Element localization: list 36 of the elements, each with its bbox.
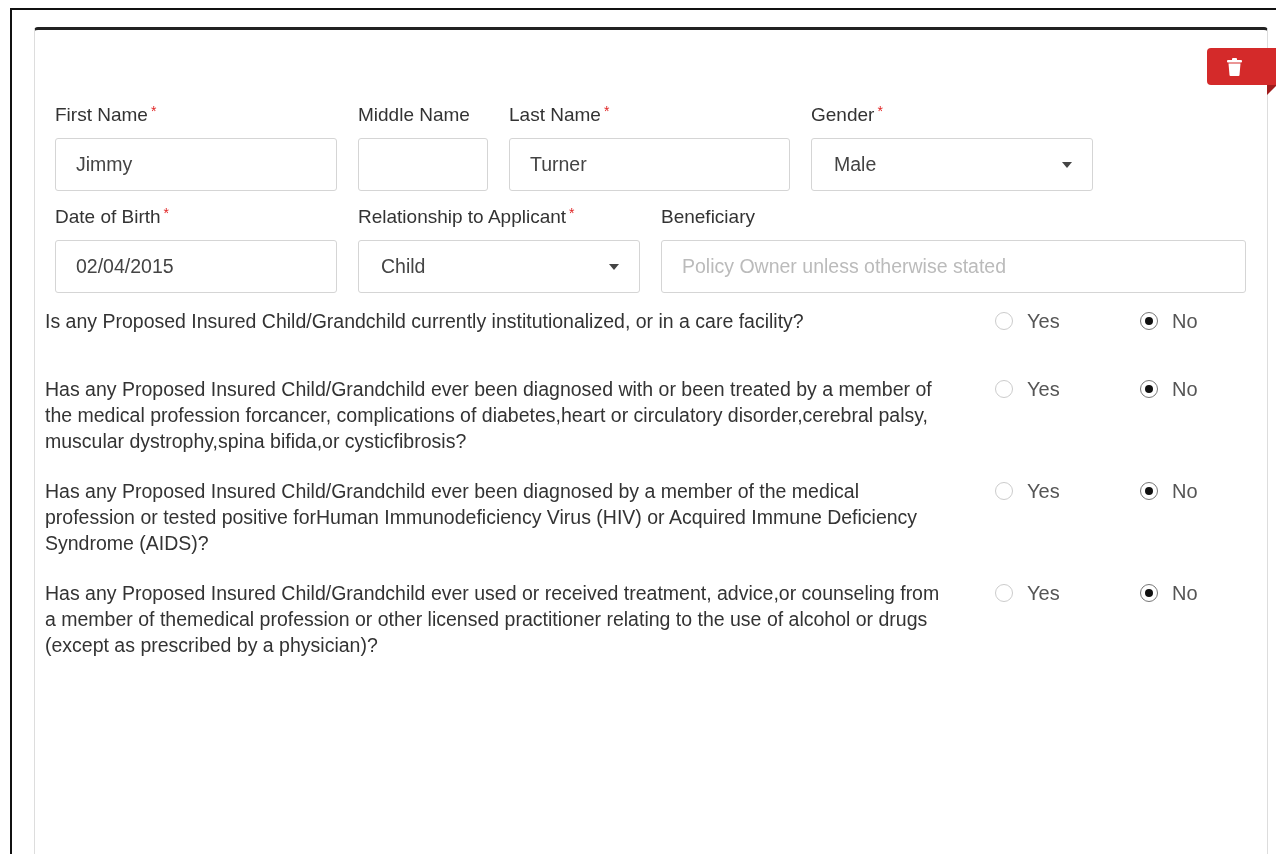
trash-icon [1227, 57, 1242, 76]
radio-label: Yes [1027, 479, 1060, 503]
field-label: Middle Name [358, 104, 470, 126]
radio-label: Yes [1027, 581, 1060, 605]
text-input-field[interactable]: Turner [509, 138, 790, 191]
radio-label: Yes [1027, 309, 1060, 333]
caret-icon [609, 263, 619, 270]
field-label: Gender [811, 104, 875, 126]
required-mark: * [569, 206, 575, 220]
field-label: Beneficiary [661, 206, 755, 228]
field-label: First Name [55, 104, 148, 126]
question-text: Has any Proposed Insured Child/Grandchild ever been diagnosed with or been treated by a member of the medical profession forcancer, complications of diabetes,heart or circulatory disorder,cerebral palsy, muscular dystrophy,spina bifida,or cysticfibrosis? [45, 377, 933, 454]
field-label: Date of Birth [55, 206, 161, 228]
text-input-field[interactable]: Policy Owner unless otherwise stated [661, 240, 1246, 293]
text-input-field[interactable]: Jimmy [55, 138, 337, 191]
required-mark: * [163, 206, 170, 220]
question-text: Has any Proposed Insured Child/Grandchild ever used or received treatment, advice,or counseling from a member of themedical profession or other licensed practitioner relating to the use of alcohol or drugs (except as prescribed by a physician)? [45, 581, 940, 658]
caret-icon [1062, 161, 1072, 168]
radio-label: No [1172, 377, 1198, 401]
radio-label: No [1172, 479, 1198, 503]
radio-label: Yes [1027, 377, 1060, 401]
dropdown-select[interactable]: Child [358, 240, 640, 293]
question-text: Has any Proposed Insured Child/Grandchild ever been diagnosed by a member of the medical profession or tested positive forHuman Immunodeficiency Virus (HIV) or Acquired Immune Deficiency Syndrome (AIDS)? [45, 479, 919, 556]
field-label: Relationship to Applicant [358, 206, 567, 228]
radio-label: No [1172, 309, 1198, 333]
radio-label: No [1172, 581, 1198, 605]
required-mark: * [150, 104, 157, 118]
ribbon-fold-icon [1267, 85, 1276, 95]
field-label: Last Name [509, 104, 601, 126]
dropdown-select[interactable]: Male [811, 138, 1093, 191]
question-text: Is any Proposed Insured Child/Grandchild currently institutionalized, or in a care facility? [45, 309, 805, 334]
text-input-field[interactable] [358, 138, 488, 191]
delete-button[interactable] [1207, 48, 1276, 85]
text-input-field[interactable]: 02/04/2015 [55, 240, 337, 293]
required-mark: * [603, 104, 610, 118]
required-mark: * [877, 104, 883, 118]
